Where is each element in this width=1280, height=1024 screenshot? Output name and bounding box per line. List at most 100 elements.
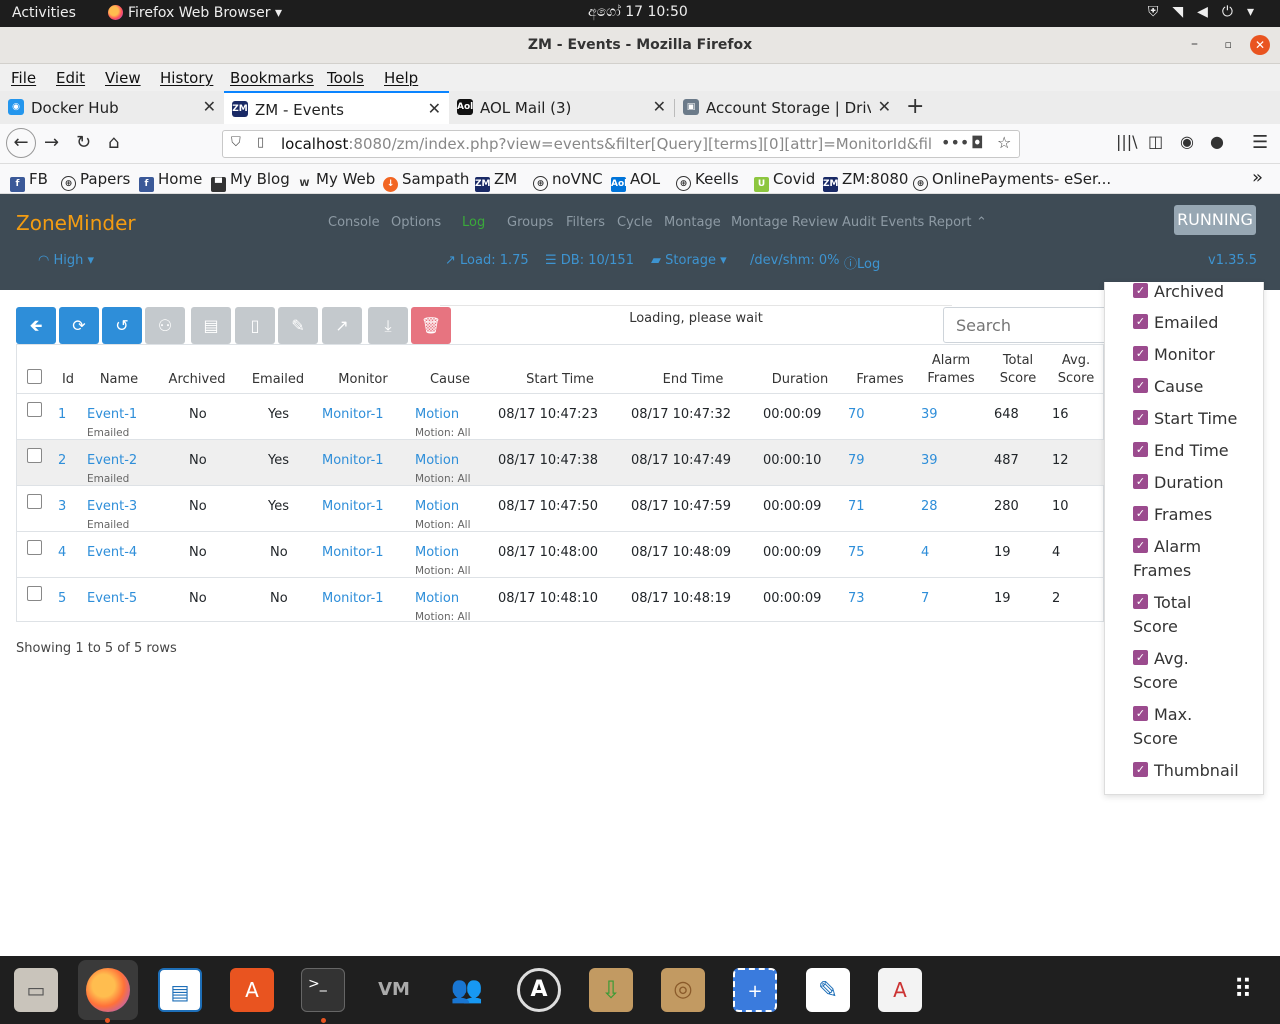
- close-window-button[interactable]: ✕: [1250, 35, 1270, 55]
- more-bookmarks-icon[interactable]: »: [1252, 167, 1263, 188]
- tab-zm-events[interactable]: ZM ZM - Events ✕: [224, 91, 449, 124]
- bookmark-star-icon[interactable]: ☆: [997, 133, 1011, 152]
- column-toggle-end-time[interactable]: ✓ End Time: [1133, 439, 1229, 463]
- cause-link[interactable]: Motion: [415, 591, 459, 606]
- terminal-icon[interactable]: >_: [301, 968, 345, 1012]
- app-menu[interactable]: Firefox Web Browser ▾: [108, 5, 282, 21]
- updater-icon[interactable]: A: [517, 968, 561, 1012]
- nav-log[interactable]: Log: [462, 215, 485, 230]
- run-state-button[interactable]: RUNNING: [1174, 205, 1256, 235]
- maximize-button[interactable]: ▫: [1225, 38, 1232, 51]
- frames-link[interactable]: 73: [848, 591, 865, 606]
- frames-link[interactable]: 75: [848, 545, 865, 560]
- column-toggle-max-score[interactable]: ✓ Max. Score: [1133, 703, 1192, 751]
- close-tab-icon[interactable]: ✕: [428, 99, 441, 118]
- column-toggle-archived[interactable]: ✓ Archived: [1133, 282, 1224, 304]
- menu-history[interactable]: History: [160, 69, 213, 87]
- back-button[interactable]: ←: [6, 128, 36, 158]
- column-toggle-duration[interactable]: ✓ Duration: [1133, 471, 1224, 495]
- firefox-dock-item[interactable]: [78, 960, 138, 1020]
- new-tab-button[interactable]: +: [906, 94, 924, 119]
- edit-button[interactable]: ✎: [278, 307, 318, 344]
- menu-help[interactable]: Help: [384, 69, 418, 87]
- collapse-nav-icon[interactable]: ⌃: [976, 215, 987, 230]
- event-id[interactable]: 2: [58, 453, 66, 468]
- url-bar[interactable]: ⛉ ▯ localhost:8080/zm/index.php?view=eve…: [222, 130, 1020, 158]
- nav-montage[interactable]: Montage: [664, 215, 721, 230]
- column-toggle-frames[interactable]: ✓ Frames: [1133, 503, 1212, 527]
- monitor-link[interactable]: Monitor-1: [322, 591, 384, 606]
- menu-bookmarks[interactable]: Bookmarks: [230, 69, 314, 87]
- writer-icon[interactable]: ▤: [158, 968, 202, 1012]
- monitor-link[interactable]: Monitor-1: [322, 545, 384, 560]
- alarm-frames-link[interactable]: 4: [921, 545, 929, 560]
- nav-audit-events-report[interactable]: Audit Events Report: [842, 215, 971, 230]
- row-checkbox[interactable]: [27, 540, 42, 555]
- header-end-time[interactable]: End Time: [653, 371, 733, 389]
- nav-console[interactable]: Console: [328, 215, 380, 230]
- header-alarm-frames[interactable]: Alarm Frames: [923, 352, 979, 388]
- tab-aol-mail[interactable]: Aol AOL Mail (3) ✕: [449, 91, 674, 124]
- account-icon[interactable]: ◉: [1180, 132, 1194, 151]
- reload-button[interactable]: ↻: [76, 132, 91, 153]
- cause-link[interactable]: Motion: [415, 453, 459, 468]
- bookmark-keells[interactable]: ⊕ Keells: [676, 170, 739, 191]
- package-installer-icon[interactable]: ⇩: [589, 968, 633, 1012]
- select-all-checkbox[interactable]: [27, 369, 42, 384]
- frames-link[interactable]: 70: [848, 407, 865, 422]
- refresh-button[interactable]: ⟳: [59, 307, 99, 344]
- row-checkbox[interactable]: [27, 402, 42, 417]
- alarm-frames-link[interactable]: 28: [921, 499, 938, 514]
- column-toggle-monitor[interactable]: ✓ Monitor: [1133, 343, 1215, 367]
- bookmark-home[interactable]: f Home: [139, 170, 202, 192]
- home-button[interactable]: ⌂: [108, 132, 119, 153]
- export-button[interactable]: ↗: [322, 307, 362, 344]
- event-id[interactable]: 3: [58, 499, 66, 514]
- pocket-icon[interactable]: ◘: [971, 133, 984, 152]
- menu-edit[interactable]: Edit: [56, 69, 85, 87]
- cause-link[interactable]: Motion: [415, 499, 459, 514]
- menu-view[interactable]: View: [105, 69, 141, 87]
- monitor-link[interactable]: Monitor-1: [322, 407, 384, 422]
- alarm-frames-link[interactable]: 39: [921, 453, 938, 468]
- back-button[interactable]: 🡸: [16, 307, 56, 344]
- bookmark-covid[interactable]: U Covid: [754, 170, 815, 192]
- header-start-time[interactable]: Start Time: [517, 371, 603, 389]
- extension-icon[interactable]: ●: [1210, 132, 1224, 151]
- show-applications-icon[interactable]: ⠿: [1222, 968, 1266, 1012]
- bookmark-fb[interactable]: f FB: [10, 170, 48, 192]
- monitor-link[interactable]: Monitor-1: [322, 453, 384, 468]
- nav-montage-review[interactable]: Montage Review: [731, 215, 838, 230]
- row-checkbox[interactable]: [27, 494, 42, 509]
- system-tray[interactable]: ⛨◥◀⏻▾: [1148, 4, 1268, 20]
- menu-file[interactable]: File: [11, 69, 36, 87]
- header-monitor[interactable]: Monitor: [333, 371, 393, 389]
- header-avg-score[interactable]: Avg. Score: [1051, 352, 1101, 388]
- tab-account-storage[interactable]: ▣ Account Storage | DriveH ✕: [675, 91, 899, 124]
- header-duration[interactable]: Duration: [767, 371, 833, 389]
- bookmark-aol[interactable]: Aol AOL: [611, 170, 660, 192]
- tab-docker-hub[interactable]: ◉ Docker Hub ✕: [0, 91, 224, 124]
- users-icon[interactable]: 👥: [445, 968, 489, 1012]
- nav-filters[interactable]: Filters: [566, 215, 605, 230]
- activities-button[interactable]: Activities: [12, 5, 76, 21]
- bookmark-my-blog[interactable]: ▀ My Blog: [211, 170, 290, 192]
- cause-link[interactable]: Motion: [415, 545, 459, 560]
- nav-cycle[interactable]: Cycle: [617, 215, 653, 230]
- bookmark-papers[interactable]: ⊕ Papers: [61, 170, 130, 191]
- library-icon[interactable]: |||\: [1116, 132, 1138, 151]
- close-tab-icon[interactable]: ✕: [878, 97, 891, 116]
- close-tab-icon[interactable]: ✕: [203, 97, 216, 116]
- monitor-link[interactable]: Monitor-1: [322, 499, 384, 514]
- filter-button[interactable]: ⚇: [145, 307, 185, 344]
- log-link[interactable]: ⓘLog: [844, 253, 880, 272]
- column-toggle-avg-score[interactable]: ✓ Avg. Score: [1133, 647, 1189, 695]
- storage-dropdown[interactable]: ▰ Storage ▾: [651, 253, 727, 268]
- column-toggle-cause[interactable]: ✓ Cause: [1133, 375, 1203, 399]
- minimize-button[interactable]: –: [1191, 36, 1198, 52]
- page-actions-icon[interactable]: •••: [941, 133, 969, 152]
- event-id[interactable]: 4: [58, 545, 66, 560]
- page-info-icon[interactable]: ▯: [257, 135, 264, 150]
- column-toggle-emailed[interactable]: ✓ Emailed: [1133, 311, 1218, 335]
- column-toggle-start-time[interactable]: ✓ Start Time: [1133, 407, 1237, 431]
